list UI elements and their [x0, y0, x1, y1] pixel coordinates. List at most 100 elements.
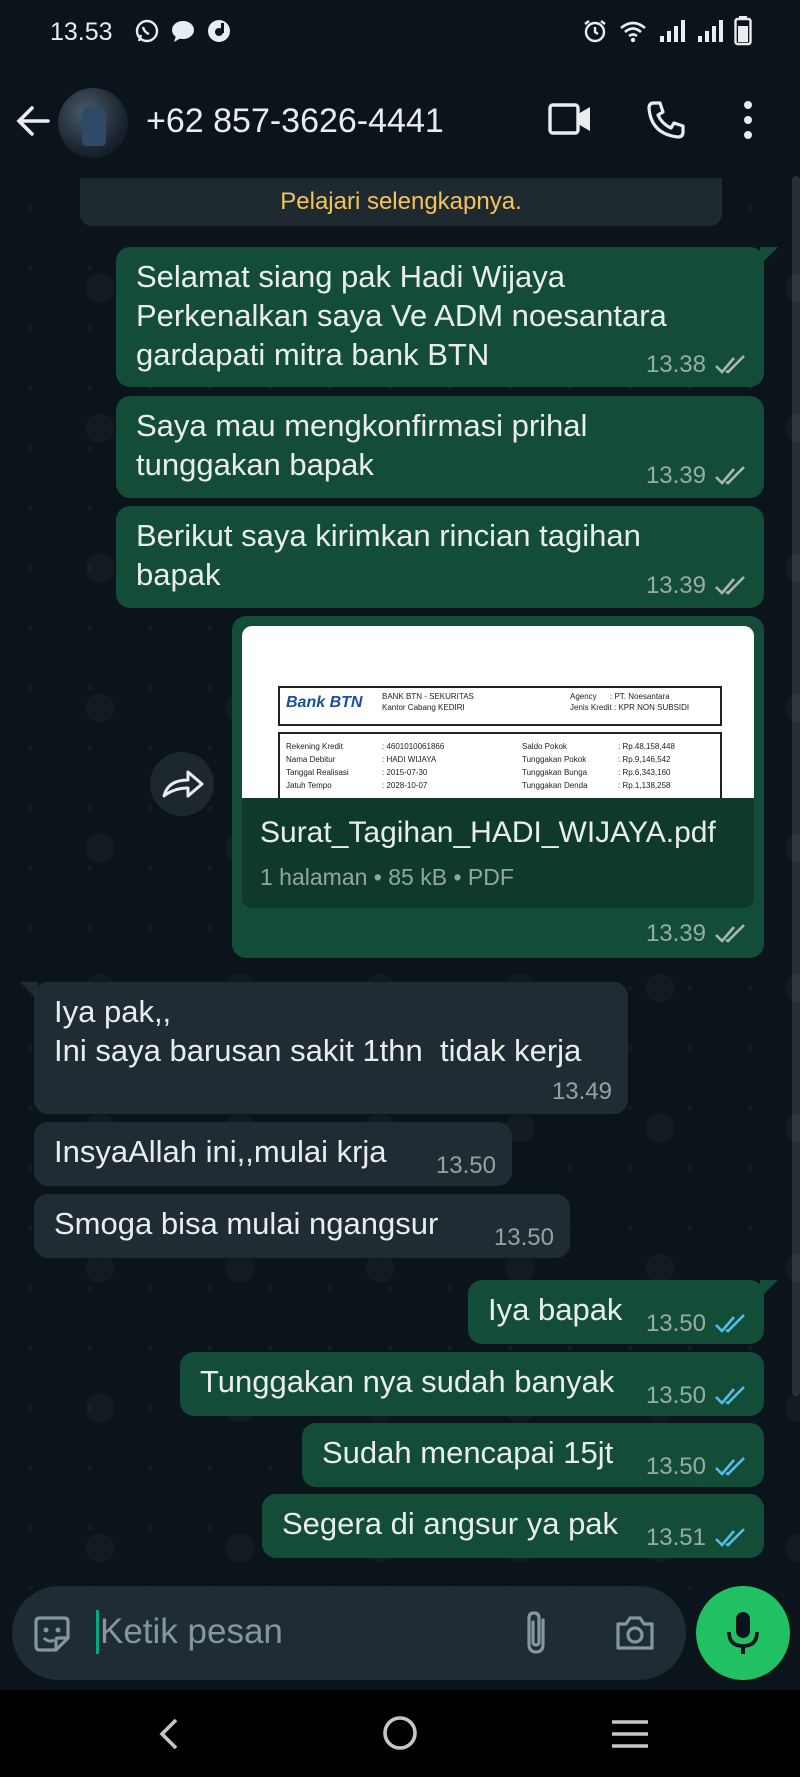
- system-nav-bar: [0, 1690, 800, 1777]
- message-meta: 13.39: [646, 920, 748, 948]
- document-message[interactable]: Bank BTN BANK BTN - SEKURITAS Kantor Cab…: [232, 616, 764, 958]
- voice-call-icon[interactable]: [646, 100, 686, 140]
- bank-logo: Bank BTN: [286, 694, 363, 711]
- double-check-read-icon: [715, 1386, 745, 1405]
- message-meta: 13.39: [646, 462, 748, 490]
- message-time: 13.39: [645, 462, 706, 489]
- document-preview[interactable]: Bank BTN BANK BTN - SEKURITAS Kantor Cab…: [242, 626, 754, 798]
- message-time: 13.51: [645, 1524, 706, 1551]
- document-details: 1 halaman • 85 kB • PDF: [260, 864, 514, 890]
- outgoing-message[interactable]: Tunggakan nya sudah banyak 13.50: [180, 1352, 764, 1416]
- contact-name[interactable]: +62 857-3626-4441: [146, 102, 444, 141]
- message-meta: 13.38: [646, 351, 748, 379]
- preview-details-box: Rekening Kredit : 4601010061866 Saldo Po…: [278, 732, 722, 798]
- outgoing-message[interactable]: Saya mau mengkonfirmasi prihal tunggakan…: [116, 396, 764, 498]
- message-time: 13.50: [645, 1382, 706, 1409]
- double-check-read-icon: [715, 1457, 745, 1476]
- status-indicators: [582, 16, 752, 46]
- message-text: InsyaAllah ini,,mulai krja: [54, 1134, 387, 1169]
- signal-icon: [660, 20, 685, 42]
- back-arrow-icon[interactable]: [14, 102, 52, 140]
- nav-recents-icon[interactable]: [610, 1718, 650, 1750]
- voice-record-button[interactable]: [696, 1586, 790, 1680]
- document-info-panel[interactable]: Surat_Tagihan_HADI_WIJAYA.pdf 1 halaman …: [242, 798, 754, 908]
- preview-row: Rekening Kredit : 4601010061866 Saldo Po…: [286, 742, 716, 754]
- message-meta: 13.50: [494, 1224, 554, 1252]
- preview-header-right-2: Jenis Kredit : KPR NON SUBSIDI: [570, 703, 690, 712]
- double-check-icon: [715, 576, 745, 595]
- status-bar: 13.53: [0, 0, 800, 66]
- message-time: 13.50: [645, 1453, 706, 1480]
- message-text: Berikut saya kirimkan rincian tagihan ba…: [136, 518, 641, 592]
- app-icon: [208, 20, 230, 42]
- preview-header-left-2: Kantor Cabang KEDIRI: [382, 703, 465, 712]
- status-time: 13.53: [50, 18, 113, 46]
- system-notice: Pelajari selengkapnya.: [80, 178, 722, 226]
- preview-row: Nama Debitur : HADI WIJAYA Tunggakan Pok…: [286, 755, 716, 767]
- preview-label: Tunggakan Denda: [522, 781, 588, 790]
- preview-label: Rekening Kredit: [286, 742, 343, 751]
- more-options-icon[interactable]: [742, 100, 754, 140]
- message-meta: 13.51: [646, 1524, 748, 1552]
- incoming-message[interactable]: Iya pak,, Ini saya barusan sakit 1thn ti…: [20, 982, 628, 1114]
- message-time: 13.39: [645, 920, 706, 947]
- chat-area[interactable]: Pelajari selengkapnya. Selamat siang pak…: [0, 178, 800, 1590]
- signal-2-icon: [698, 20, 723, 42]
- preview-label: Tunggakan Pokok: [522, 755, 587, 764]
- message-text: Iya pak,, Ini saya barusan sakit 1thn ti…: [54, 994, 582, 1068]
- nav-back-icon[interactable]: [154, 1716, 184, 1752]
- message-text: Saya mau mengkonfirmasi prihal tunggakan…: [136, 408, 588, 482]
- video-call-icon[interactable]: [548, 102, 592, 136]
- message-meta: 13.39: [646, 572, 748, 600]
- incoming-message[interactable]: Smoga bisa mulai ngangsur 13.50: [34, 1194, 570, 1258]
- camera-icon[interactable]: [614, 1614, 656, 1652]
- bubble-tail: [20, 982, 38, 1000]
- message-meta: 13.50: [646, 1453, 748, 1481]
- preview-header-left-1: BANK BTN - SEKURITAS: [382, 692, 474, 701]
- double-check-icon: [715, 355, 745, 374]
- preview-value: : HADI WIJAYA: [382, 755, 437, 764]
- preview-row: Jatuh Tempo : 2028-10-07 Tunggakan Denda…: [286, 781, 716, 793]
- preview-label: Tanggal Realisasi: [286, 768, 349, 777]
- outgoing-message[interactable]: Berikut saya kirimkan rincian tagihan ba…: [116, 506, 764, 608]
- message-text: Tunggakan nya sudah banyak: [200, 1364, 615, 1399]
- message-text: Iya bapak: [488, 1292, 623, 1327]
- outgoing-message[interactable]: Segera di angsur ya pak 13.51: [262, 1494, 764, 1558]
- double-check-read-icon: [715, 1314, 745, 1333]
- message-composer[interactable]: Ketik pesan: [12, 1586, 686, 1680]
- chat-bubble-icon: [172, 21, 194, 42]
- message-time: 13.38: [645, 351, 706, 378]
- whatsapp-icon: [135, 19, 159, 43]
- preview-header-right-1: Agency : PT. Noesantara: [570, 692, 670, 701]
- message-text: Smoga bisa mulai ngangsur: [54, 1206, 439, 1241]
- preview-label: Jatuh Tempo: [286, 781, 332, 790]
- learn-more-link[interactable]: Pelajari selengkapnya.: [80, 188, 722, 216]
- message-input[interactable]: Ketik pesan: [100, 1612, 283, 1652]
- preview-value: : Rp.9,146,542: [618, 755, 671, 764]
- message-time: 13.50: [435, 1152, 496, 1179]
- message-meta: 13.50: [646, 1310, 748, 1338]
- preview-value: : 2028-10-07: [382, 781, 428, 790]
- message-time: 13.50: [493, 1224, 554, 1251]
- avatar[interactable]: [58, 88, 128, 158]
- nav-home-icon[interactable]: [381, 1714, 419, 1752]
- chat-scrollbar[interactable]: [792, 176, 800, 1396]
- microphone-icon: [727, 1612, 759, 1654]
- forward-button[interactable]: [150, 752, 214, 816]
- incoming-message[interactable]: InsyaAllah ini,,mulai krja 13.50: [34, 1122, 512, 1186]
- sticker-icon[interactable]: [30, 1612, 74, 1656]
- outgoing-message[interactable]: Selamat siang pak Hadi Wijaya Perkenalka…: [116, 247, 778, 387]
- forward-icon: [162, 770, 204, 798]
- message-meta: 13.50: [646, 1382, 748, 1410]
- preview-label: Nama Debitur: [286, 755, 336, 764]
- preview-header-box: Bank BTN BANK BTN - SEKURITAS Kantor Cab…: [278, 686, 722, 726]
- outgoing-message[interactable]: Iya bapak 13.50: [468, 1280, 778, 1344]
- message-time: 13.49: [551, 1078, 612, 1105]
- message-meta: 13.50: [436, 1152, 496, 1180]
- attach-icon[interactable]: [522, 1610, 552, 1656]
- outgoing-message[interactable]: Sudah mencapai 15jt 13.50: [302, 1423, 764, 1487]
- text-cursor: [96, 1610, 99, 1654]
- message-meta: 13.49: [552, 1078, 612, 1106]
- message-text: Sudah mencapai 15jt: [322, 1435, 614, 1470]
- battery-icon: [734, 16, 752, 46]
